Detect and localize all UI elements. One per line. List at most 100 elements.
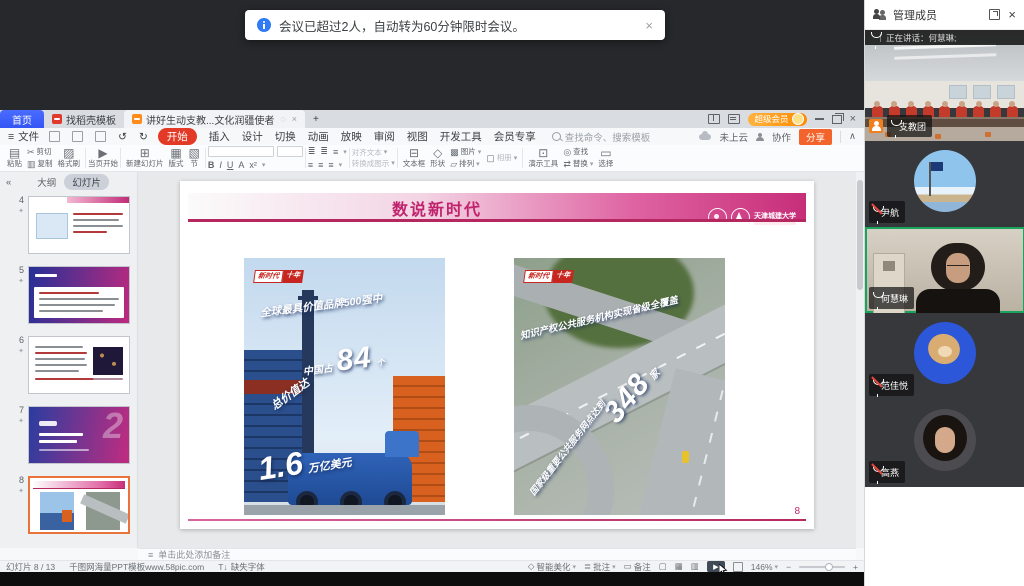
arrange-button[interactable]: ▱排列▾ bbox=[450, 160, 481, 169]
layout-button[interactable]: ▦ 版式 bbox=[169, 147, 184, 168]
section-button[interactable]: ▧ 节 bbox=[189, 147, 200, 168]
album-button[interactable]: ▢相册▾ bbox=[486, 154, 517, 163]
align-center-icon[interactable]: ≡ bbox=[318, 160, 323, 170]
font-size-select[interactable] bbox=[277, 146, 303, 157]
notes-bar[interactable]: ≡ 单击此处添加备注 bbox=[138, 548, 856, 560]
participant-tile[interactable]: 高燕 bbox=[865, 400, 1024, 487]
toast-close-icon[interactable]: × bbox=[645, 18, 653, 33]
split-view-icon[interactable] bbox=[708, 114, 720, 124]
tab-docer[interactable]: 找稻壳模板 bbox=[44, 110, 124, 128]
select-button[interactable]: ▭ 选择 bbox=[598, 147, 613, 168]
tab-close-icon[interactable]: × bbox=[292, 114, 297, 124]
member-badge[interactable]: 超级会员 bbox=[748, 113, 807, 126]
zoom-in-button[interactable]: + bbox=[853, 562, 858, 572]
menu-devtools[interactable]: 开发工具 bbox=[440, 129, 482, 144]
slideshow-play-button[interactable]: ▶ bbox=[707, 561, 725, 572]
comments-button[interactable]: ≣批注▾ bbox=[584, 561, 616, 573]
underline-button[interactable]: U bbox=[227, 160, 234, 170]
paste-button[interactable]: ▤ 粘贴 bbox=[7, 147, 22, 168]
collab-button[interactable]: 协作 bbox=[772, 130, 791, 144]
align-left-icon[interactable]: ≡ bbox=[308, 160, 313, 170]
share-button[interactable]: 分享 bbox=[799, 129, 832, 145]
menu-animation[interactable]: 动画 bbox=[308, 129, 329, 144]
slide-thumb-8[interactable]: 8✦ bbox=[4, 476, 134, 534]
find-button[interactable]: ◎查找 bbox=[563, 148, 593, 157]
italic-button[interactable]: I bbox=[219, 160, 222, 170]
zoom-slider-knob[interactable] bbox=[825, 563, 833, 571]
align-right-icon[interactable]: ≡ bbox=[328, 160, 333, 170]
read-view-icon[interactable]: ▥ bbox=[691, 561, 699, 572]
indent-icon[interactable]: ≡ bbox=[333, 147, 338, 157]
menu-slideshow[interactable]: 放映 bbox=[341, 129, 362, 144]
zoom-level[interactable]: 146%▾ bbox=[751, 562, 778, 572]
sorter-view-icon[interactable]: ▦ bbox=[675, 561, 683, 572]
new-slide-button[interactable]: ⊞ 新建幻灯片 bbox=[126, 147, 164, 168]
minimize-icon[interactable] bbox=[815, 118, 824, 120]
superscript-button[interactable]: x² bbox=[249, 160, 257, 170]
shape-button[interactable]: ◇ 形状 bbox=[430, 147, 445, 168]
menu-start[interactable]: 开始 bbox=[158, 128, 197, 145]
save-icon[interactable] bbox=[49, 131, 60, 142]
university-logo-icon bbox=[731, 208, 750, 227]
number-list-icon[interactable]: ≣ bbox=[320, 146, 328, 157]
participant-tile[interactable]: 范佳悦 bbox=[865, 313, 1024, 400]
menu-member[interactable]: 会员专享 bbox=[494, 129, 536, 144]
canvas-scrollbar[interactable] bbox=[856, 172, 864, 548]
picture-button[interactable]: ▩图片▾ bbox=[450, 148, 481, 157]
menu-review[interactable]: 审阅 bbox=[374, 129, 395, 144]
collapse-ribbon-icon[interactable]: ∧ bbox=[849, 131, 856, 142]
menu-view[interactable]: 视图 bbox=[407, 129, 428, 144]
cut-button[interactable]: ✂剪切 bbox=[27, 148, 53, 157]
textbox-button[interactable]: ⊟ 文本框 bbox=[403, 147, 426, 168]
bullet-list-icon[interactable]: ≣ bbox=[308, 146, 316, 157]
tab-slides[interactable]: 幻灯片 bbox=[64, 174, 109, 190]
print-icon[interactable] bbox=[95, 131, 106, 142]
note-button[interactable]: ▭备注 bbox=[624, 561, 651, 573]
menu-design[interactable]: 设计 bbox=[242, 129, 263, 144]
undo-icon[interactable]: ↺ bbox=[118, 131, 127, 143]
font-name-select[interactable] bbox=[208, 146, 274, 157]
panel-close-icon[interactable]: × bbox=[1008, 8, 1016, 21]
popout-icon[interactable] bbox=[989, 9, 1000, 20]
replace-button[interactable]: ⇄替换▾ bbox=[563, 160, 593, 169]
participant-tile[interactable]: 正在讲话：何慧琳; 支教团 bbox=[865, 30, 1024, 141]
copy-button[interactable]: ▥复制 bbox=[27, 160, 53, 169]
format-painter-button[interactable]: ▨ 格式刷 bbox=[58, 147, 81, 168]
zoom-out-button[interactable]: − bbox=[786, 562, 791, 572]
cloud-status[interactable]: 未上云 bbox=[719, 130, 748, 144]
collapse-panel-icon[interactable]: « bbox=[6, 177, 11, 188]
zoom-slider[interactable] bbox=[799, 566, 845, 568]
bold-button[interactable]: B bbox=[208, 160, 215, 170]
fit-slide-icon[interactable] bbox=[733, 562, 743, 572]
align-text-button[interactable]: 对齐文本▾ bbox=[352, 149, 395, 157]
output-icon[interactable] bbox=[72, 131, 83, 142]
menu-file[interactable]: ≡ 文件 bbox=[8, 129, 39, 144]
tab-document[interactable]: 讲好生动支教...文化润疆使者 ◌ × bbox=[124, 110, 305, 128]
tab-home[interactable]: 首页 bbox=[0, 110, 44, 128]
slide-thumb-5[interactable]: 5✦ bbox=[4, 266, 134, 324]
command-search[interactable]: 查找命令、搜索模板 bbox=[552, 130, 651, 144]
participant-tile[interactable]: 尹航 bbox=[865, 141, 1024, 227]
smart-beautify-button[interactable]: ◇智能美化▾ bbox=[528, 561, 576, 573]
slide-thumb-6[interactable]: 6✦ bbox=[4, 336, 134, 394]
tab-outline[interactable]: 大纲 bbox=[37, 175, 56, 189]
menu-transition[interactable]: 切换 bbox=[275, 129, 296, 144]
slide-thumb-7[interactable]: 7✦ 2 bbox=[4, 406, 134, 464]
menu-insert[interactable]: 插入 bbox=[209, 129, 230, 144]
grid-view-icon[interactable] bbox=[728, 114, 740, 124]
normal-view-icon[interactable]: ▢ bbox=[659, 561, 667, 572]
font-color-button[interactable]: A bbox=[238, 160, 244, 170]
demo-tools-button[interactable]: ⊡ 演示工具 bbox=[528, 147, 558, 168]
missing-font-warning[interactable]: T↓ 缺失字体 bbox=[218, 561, 264, 573]
speaking-banner: 正在讲话：何慧琳; bbox=[865, 30, 1024, 45]
slide-8[interactable]: 数说新时代 天津城建大学 bbox=[180, 181, 814, 529]
close-icon[interactable]: × bbox=[850, 114, 856, 125]
new-tab-button[interactable]: + bbox=[305, 110, 327, 128]
participant-tile-speaking[interactable]: 何慧琳 bbox=[865, 227, 1024, 313]
slide-thumb-4[interactable]: 4✦ bbox=[4, 196, 134, 254]
ppt-file-icon bbox=[132, 114, 142, 124]
to-diagram-button[interactable]: 转换成图示▾ bbox=[352, 160, 395, 168]
play-from-page-button[interactable]: ▶ 当页开始 bbox=[88, 147, 118, 168]
restore-icon[interactable] bbox=[832, 115, 842, 124]
redo-icon[interactable]: ↻ bbox=[139, 131, 148, 143]
